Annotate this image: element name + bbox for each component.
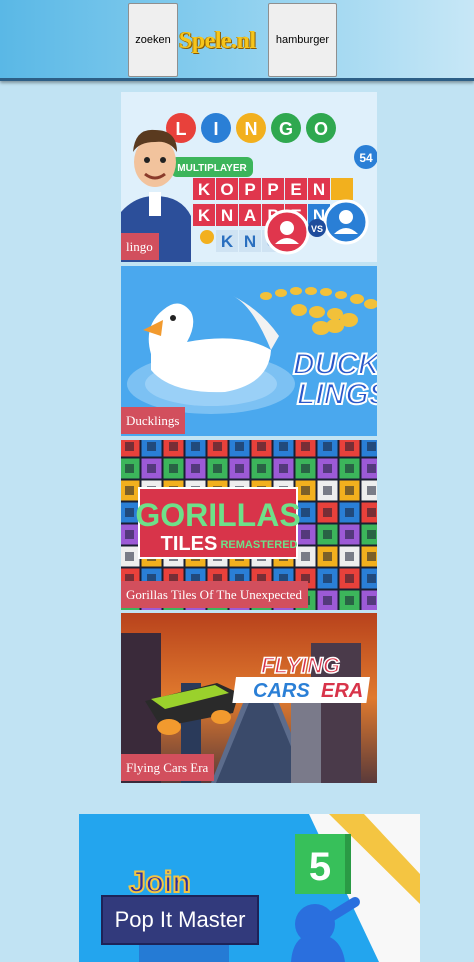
- svg-text:CARS: CARS: [253, 680, 310, 702]
- svg-text:VS: VS: [311, 224, 323, 234]
- game-title: Gorillas Tiles Of The Unexpected: [121, 581, 308, 608]
- game-card-flying-cars-era[interactable]: FLYING CARS ERA Flying Cars Era: [121, 613, 377, 783]
- svg-text:N: N: [244, 232, 256, 251]
- svg-text:MULTIPLAYER: MULTIPLAYER: [177, 163, 247, 174]
- svg-text:LINGS: LINGS: [297, 378, 377, 411]
- svg-text:P: P: [244, 180, 255, 199]
- featured-game-title: Pop It Master: [101, 895, 259, 945]
- site-logo[interactable]: Spele.nl: [179, 27, 268, 55]
- svg-text:I: I: [213, 119, 218, 139]
- search-button[interactable]: zoeken: [128, 3, 178, 77]
- svg-text:DUCK: DUCK: [293, 348, 377, 381]
- top-bar: zoeken Spele.nl hamburger: [0, 0, 474, 81]
- game-card-lingo[interactable]: L I N G O MULTIPLAYER K O P P E N K N A …: [121, 92, 377, 262]
- hamburger-menu-button[interactable]: hamburger: [268, 3, 337, 77]
- game-thumbnail-lingo: L I N G O MULTIPLAYER K O P P E N K N A …: [121, 92, 377, 262]
- svg-text:K: K: [198, 206, 211, 225]
- svg-text:K: K: [198, 180, 211, 199]
- game-card-gorillas-tiles[interactable]: GORILLAS TILES REMASTERED Gorillas Tiles…: [121, 440, 377, 610]
- svg-text:L: L: [176, 119, 187, 139]
- game-title: lingo: [121, 233, 159, 260]
- svg-text:N: N: [221, 206, 233, 225]
- svg-text:O: O: [220, 180, 233, 199]
- svg-text:A: A: [244, 206, 256, 225]
- svg-text:ERA: ERA: [321, 680, 363, 702]
- svg-text:N: N: [245, 119, 258, 139]
- svg-text:O: O: [314, 119, 328, 139]
- game-card-ducklings[interactable]: DUCK LINGS Ducklings: [121, 266, 377, 436]
- game-title: Ducklings: [121, 407, 186, 434]
- svg-text:N: N: [313, 180, 325, 199]
- game-title: Flying Cars Era: [121, 754, 215, 781]
- svg-text:TILES: TILES: [161, 533, 218, 555]
- svg-text:P: P: [267, 180, 278, 199]
- svg-text:REMASTERED: REMASTERED: [220, 539, 297, 551]
- svg-text:GORILLAS: GORILLAS: [135, 497, 300, 533]
- svg-text:E: E: [290, 180, 301, 199]
- featured-game-pop-it-master[interactable]: 5 Join Pop It Master: [79, 814, 420, 962]
- svg-text:K: K: [221, 232, 234, 251]
- svg-text:FLYING: FLYING: [261, 653, 340, 678]
- svg-text:G: G: [279, 119, 293, 139]
- svg-text:5: 5: [309, 845, 331, 889]
- svg-text:54: 54: [359, 151, 373, 165]
